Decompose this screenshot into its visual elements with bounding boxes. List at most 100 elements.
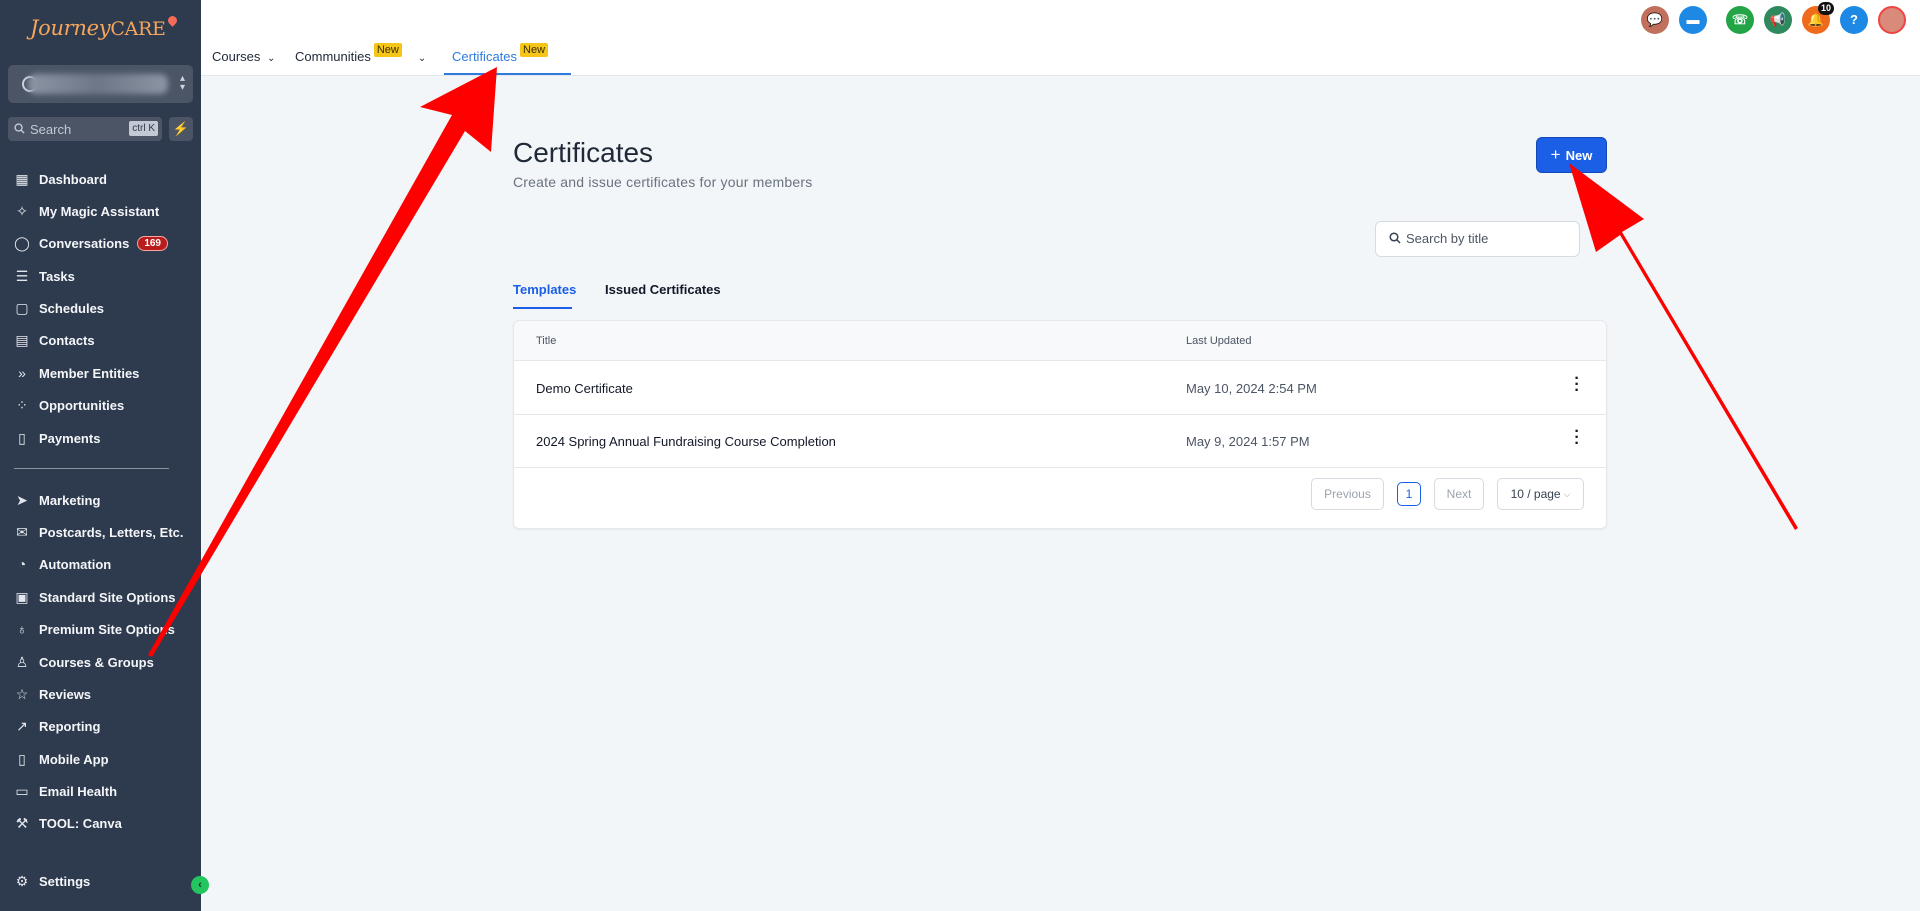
sidebar-item-label: Member Entities — [39, 365, 140, 381]
sidebar-item-label: Payments — [39, 430, 101, 446]
sidebar-item-dashboard[interactable]: ▦ Dashboard — [14, 168, 107, 190]
sidebar-item-standard-site-options[interactable]: ▣ Standard Site Options — [14, 586, 175, 608]
gear-icon: ⚙ — [15, 872, 29, 889]
tab-templates[interactable]: Templates — [513, 282, 576, 297]
page-size-label: 10 / page — [1510, 487, 1561, 501]
sidebar-item-member-entities[interactable]: » Member Entities — [14, 362, 139, 384]
sidebar-item-label: Conversations — [39, 235, 130, 251]
active-tab-indicator — [444, 73, 571, 75]
sidebar-item-postcards[interactable]: ✉ Postcards, Letters, Etc. — [14, 521, 184, 543]
sidebar-item-mobile-app[interactable]: ▯ Mobile App — [14, 748, 108, 770]
help-icon[interactable]: ? — [1840, 6, 1868, 34]
title-search-input[interactable] — [1406, 231, 1566, 246]
sidebar-item-tool-canva[interactable]: ⚒ TOOL: Canva — [14, 812, 122, 834]
premium-icon: ♁ — [16, 621, 28, 637]
sidebar-item-payments[interactable]: ▯ Payments — [14, 427, 100, 449]
sidebar-item-magic-assistant[interactable]: ✧ My Magic Assistant — [14, 200, 159, 222]
sidebar-item-label: Courses & Groups — [39, 654, 154, 670]
title-search-field[interactable] — [1375, 221, 1580, 257]
sidebar-item-label: Opportunities — [39, 397, 125, 413]
row-title[interactable]: 2024 Spring Annual Fundraising Course Co… — [536, 434, 836, 449]
sidebar-item-contacts[interactable]: ▤ Contacts — [14, 329, 95, 351]
sidebar-search[interactable]: Search ctrl K — [8, 117, 162, 141]
sidebar-item-label: TOOL: Canva — [39, 815, 122, 831]
sidebar-divider — [14, 468, 169, 469]
tab-certificates[interactable]: Certificates New — [452, 43, 549, 64]
magic-wand-icon: ✧ — [16, 202, 28, 219]
wrench-icon: ⚒ — [15, 814, 29, 831]
collapse-sidebar-icon[interactable]: ‹ — [191, 876, 209, 894]
chat-bubble-icon[interactable]: 💬 — [1641, 6, 1669, 34]
chat-icon: ◯ — [14, 234, 30, 251]
new-certificate-button[interactable]: + New — [1536, 137, 1607, 173]
new-button-label: New — [1565, 147, 1593, 163]
sidebar-item-schedules[interactable]: ▢ Schedules — [14, 297, 104, 319]
next-page-button[interactable]: Next — [1434, 478, 1484, 510]
sidebar-item-marketing[interactable]: ➤ Marketing — [14, 489, 100, 511]
tab-label: Certificates — [452, 49, 518, 64]
sidebar-item-reviews[interactable]: ☆ Reviews — [14, 683, 91, 705]
tasks-icon: ☰ — [15, 267, 29, 284]
opportunities-icon: ⁘ — [16, 396, 28, 413]
monitor-icon: ▭ — [15, 782, 29, 799]
award-icon: ♙ — [15, 653, 29, 670]
sidebar-item-tasks[interactable]: ☰ Tasks — [14, 265, 75, 287]
phone-icon[interactable]: ☏ — [1726, 6, 1754, 34]
user-avatar[interactable] — [1878, 6, 1906, 34]
row-title[interactable]: Demo Certificate — [536, 381, 633, 396]
chevron-down-icon: ⌵ — [1563, 488, 1571, 499]
mobile-icon: ▯ — [18, 750, 26, 767]
page-number-button[interactable]: 1 — [1397, 482, 1421, 506]
chevron-down-icon: ⌄ — [267, 53, 276, 64]
page-size-select[interactable]: 10 / page ⌵ — [1497, 478, 1584, 510]
dashboard-icon: ▦ — [15, 170, 29, 187]
megaphone-icon[interactable]: 📢 — [1764, 6, 1792, 34]
sidebar-item-email-health[interactable]: ▭ Email Health — [14, 780, 117, 802]
search-shortcut: ctrl K — [129, 121, 158, 136]
table-row[interactable]: Demo Certificate May 10, 2024 2:54 PM · ·… — [514, 362, 1606, 415]
new-badge: New — [520, 43, 549, 57]
sidebar-item-label: Postcards, Letters, Etc. — [39, 524, 184, 540]
conversations-count-badge: 169 — [137, 235, 168, 251]
sidebar: JourneyCARE ▴ ▾ Search ctrl K ⚡ ▦ Dashboar… — [0, 0, 201, 911]
more-options-icon[interactable]: · · · — [1574, 424, 1580, 452]
id-card-icon[interactable]: ▬ — [1679, 6, 1707, 34]
tab-courses[interactable]: Courses ⌄ — [212, 49, 275, 64]
sidebar-search-label: Search — [30, 122, 72, 137]
table-row[interactable]: 2024 Spring Annual Fundraising Course Co… — [514, 415, 1606, 468]
sidebar-item-opportunities[interactable]: ⁘ Opportunities — [14, 394, 124, 416]
receipt-icon: ▯ — [18, 429, 26, 446]
sidebar-item-label: Automation — [39, 556, 112, 572]
logo-accent-text: CARE — [110, 18, 166, 40]
site-icon: ▣ — [15, 588, 29, 605]
column-header-last-updated[interactable]: Last Updated — [1186, 335, 1251, 347]
sidebar-item-label: My Magic Assistant — [39, 203, 160, 219]
logo-text: Journey — [30, 16, 111, 40]
contacts-icon: ▤ — [15, 331, 29, 348]
sidebar-item-label: Dashboard — [39, 171, 107, 187]
sidebar-item-label: Contacts — [39, 332, 95, 348]
quick-action-bolt-icon[interactable]: ⚡ — [169, 117, 193, 141]
sidebar-item-reporting[interactable]: ↗ Reporting — [14, 715, 100, 737]
previous-page-button[interactable]: Previous — [1311, 478, 1384, 510]
sidebar-item-conversations[interactable]: ◯ Conversations 169 — [14, 232, 168, 254]
sidebar-item-automation[interactable]: ◔ Automation — [14, 553, 111, 575]
sidebar-item-label: Reporting — [39, 718, 101, 734]
bell-icon[interactable]: 🔔 10 — [1802, 2, 1834, 34]
tab-communities[interactable]: Communities New ⌄ — [295, 43, 426, 64]
sidebar-item-courses-groups[interactable]: ♙ Courses & Groups — [14, 651, 154, 673]
top-navigation-bar: Courses ⌄ Communities New⌄ Certificates Ne… — [201, 0, 1920, 76]
logo[interactable]: JourneyCARE — [30, 14, 179, 40]
sidebar-item-label: Email Health — [39, 783, 118, 799]
sidebar-item-settings[interactable]: ⚙ Settings — [14, 870, 91, 892]
column-header-title[interactable]: Title — [536, 335, 556, 347]
account-switcher[interactable]: ▴ ▾ — [8, 65, 193, 103]
calendar-icon: ▢ — [15, 299, 29, 316]
table-header: Title Last Updated — [514, 321, 1606, 361]
account-name-redacted — [28, 74, 168, 94]
sidebar-item-label: Reviews — [39, 686, 92, 702]
notification-count-badge: 10 — [1817, 2, 1834, 15]
more-options-icon[interactable]: · · · — [1574, 371, 1580, 399]
sidebar-item-premium-site-options[interactable]: ♁ Premium Site Options — [14, 618, 175, 640]
tab-issued-certificates[interactable]: Issued Certificates — [605, 282, 721, 297]
